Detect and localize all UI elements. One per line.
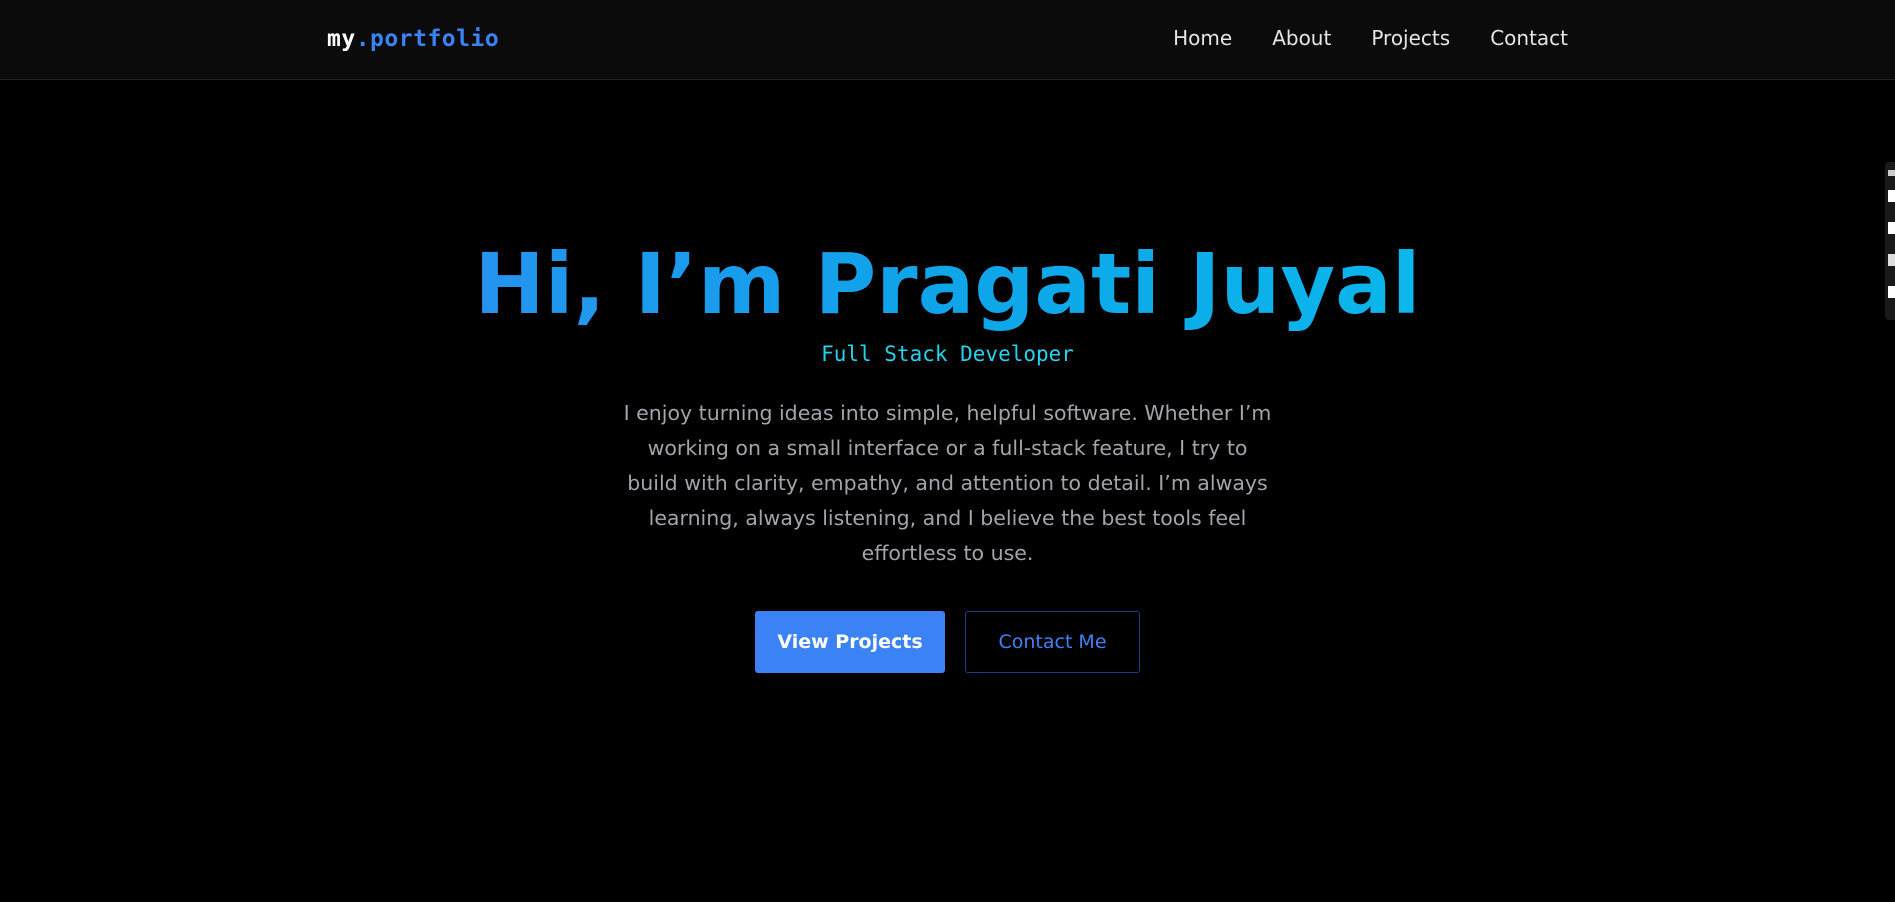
widget-puzzle-icon[interactable] — [1888, 286, 1895, 298]
nav-link-about[interactable]: About — [1272, 26, 1331, 50]
contact-me-button[interactable]: Contact Me — [965, 611, 1140, 673]
view-projects-button[interactable]: View Projects — [755, 611, 945, 673]
logo-suffix: .portfolio — [355, 26, 500, 52]
nav-link-projects[interactable]: Projects — [1371, 26, 1450, 50]
site-logo[interactable]: my.portfolio — [327, 26, 499, 52]
widget-copy-icon[interactable] — [1888, 254, 1895, 266]
widget-square-icon[interactable] — [1888, 190, 1895, 202]
hero-title: Hi, I’m Pragati Juyal — [0, 234, 1895, 334]
nav-link-contact[interactable]: Contact — [1490, 26, 1568, 50]
nav-link-home[interactable]: Home — [1173, 26, 1232, 50]
hero-buttons: View Projects Contact Me — [0, 611, 1895, 673]
side-toolbar-widget[interactable] — [1885, 162, 1895, 320]
hero-subtitle: Full Stack Developer — [821, 342, 1074, 366]
widget-square-icon[interactable] — [1888, 222, 1895, 234]
nav-links: Home About Projects Contact — [1173, 26, 1568, 50]
navbar: my.portfolio Home About Projects Contact — [0, 0, 1895, 80]
widget-top-icon[interactable] — [1888, 170, 1895, 176]
logo-prefix: my — [327, 26, 356, 52]
hero-description: I enjoy turning ideas into simple, helpf… — [623, 401, 1272, 565]
